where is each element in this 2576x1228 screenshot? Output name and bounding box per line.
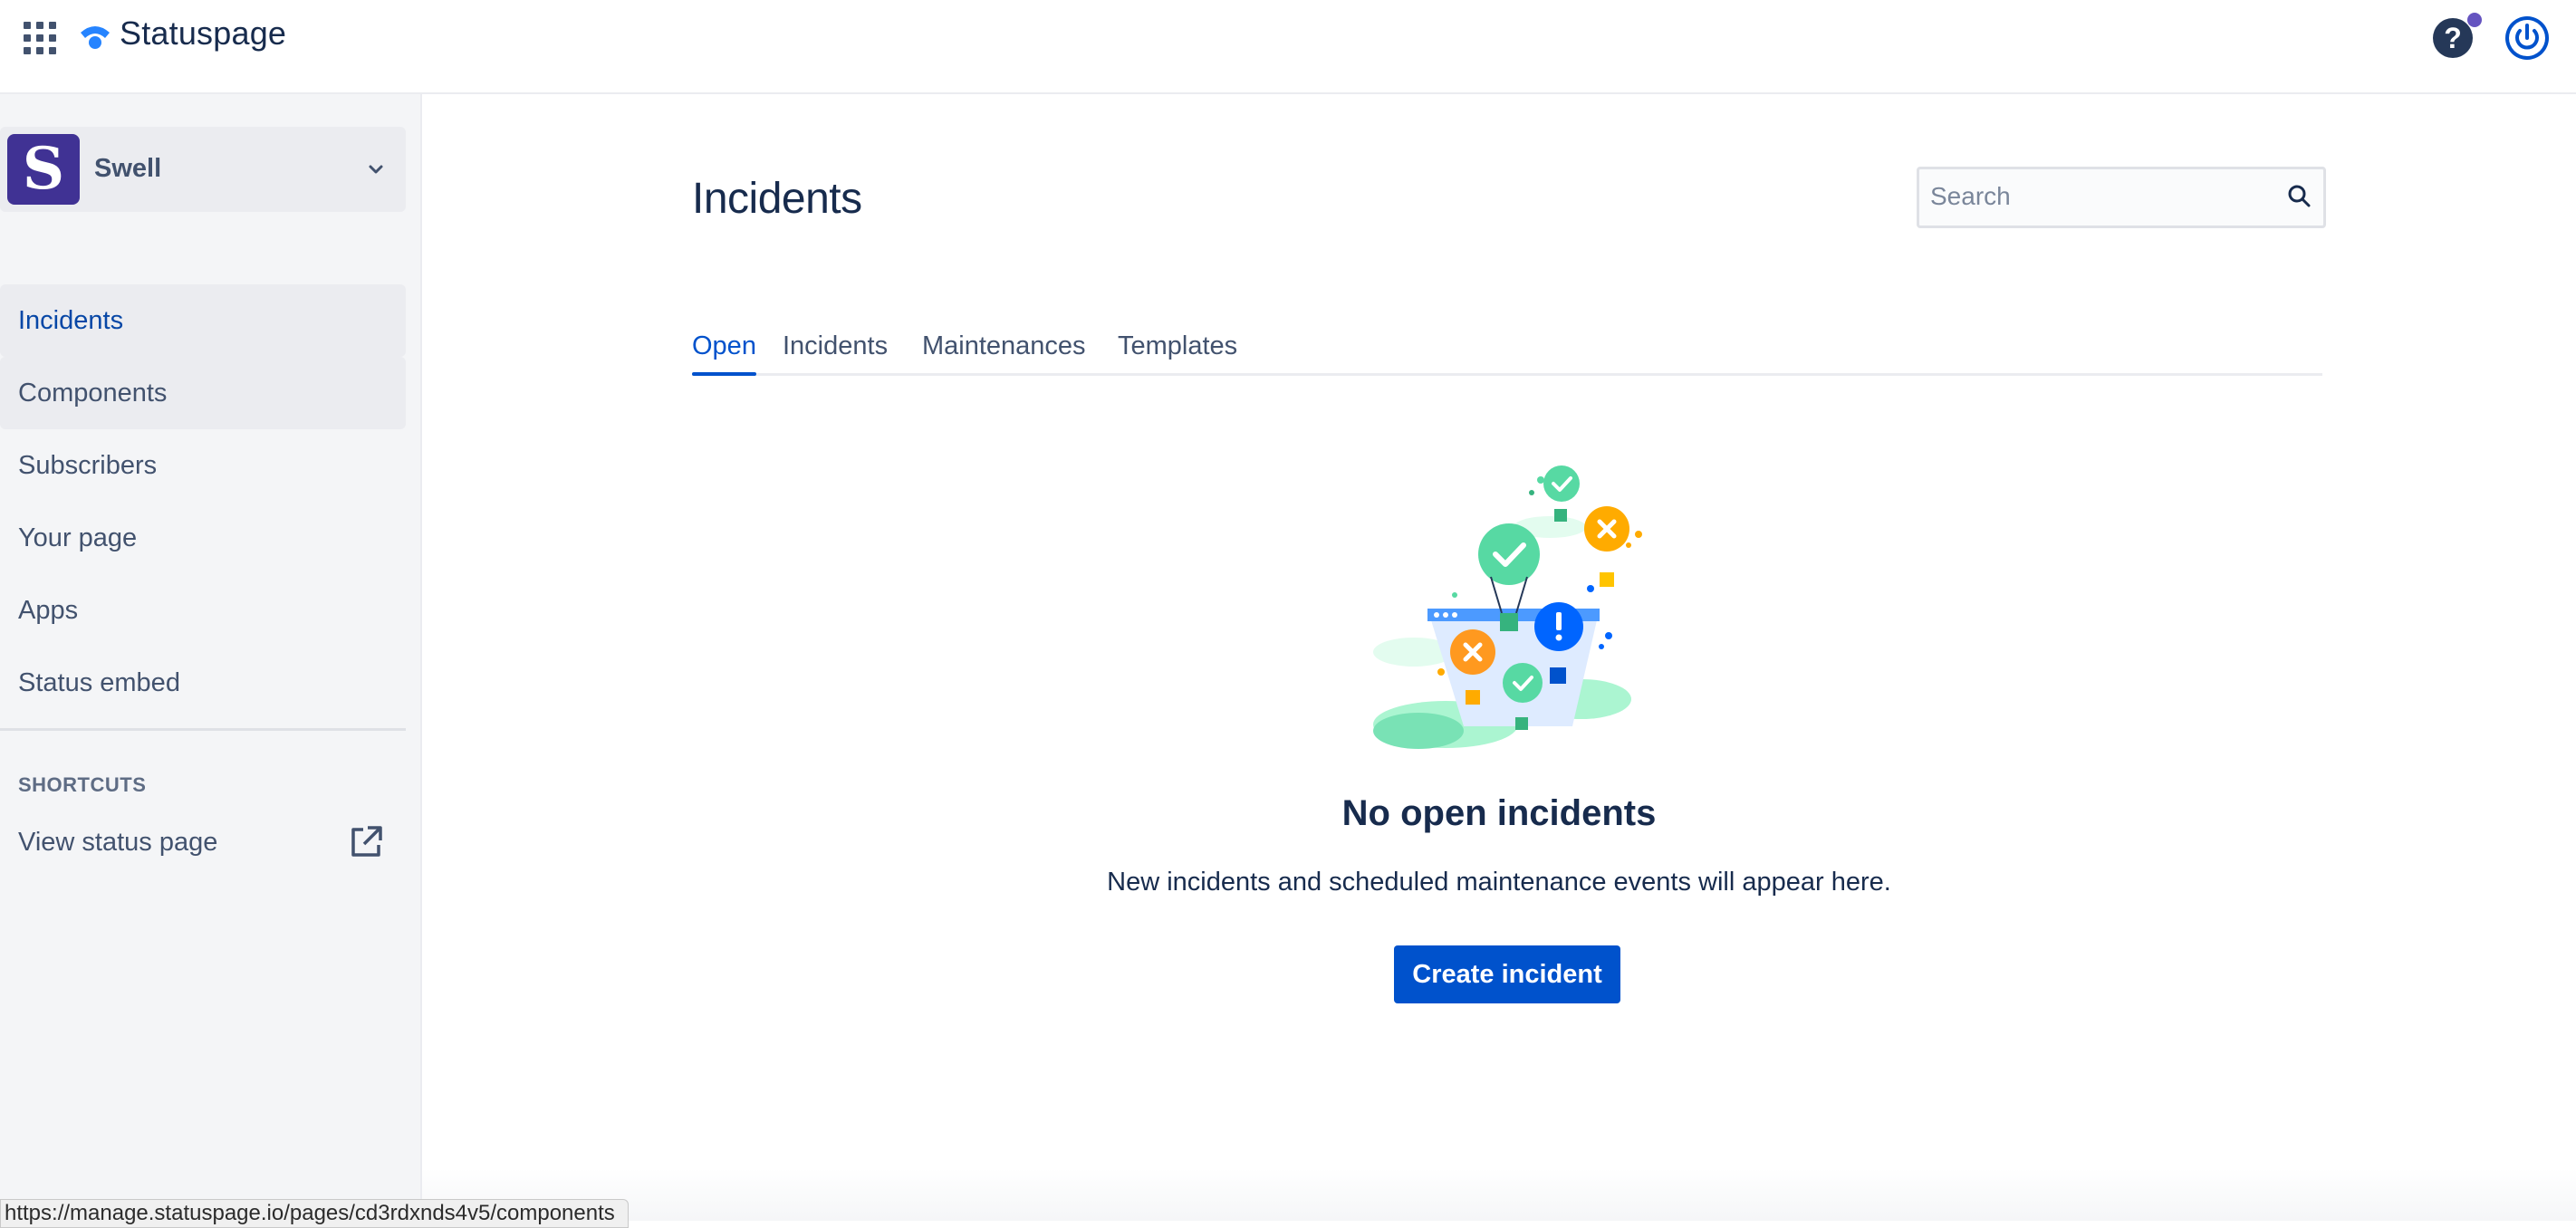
help-icon[interactable]: ? <box>2433 18 2473 58</box>
sidebar-item-subscribers[interactable]: Subscribers <box>0 429 406 502</box>
tab-open[interactable]: Open <box>692 331 756 376</box>
project-name: Swell <box>94 154 162 183</box>
app-switcher-icon[interactable] <box>24 22 56 54</box>
shortcut-label: View status page <box>18 828 218 857</box>
tab-maintenances[interactable]: Maintenances <box>922 331 1086 361</box>
sidebar-item-label: Your page <box>18 523 138 552</box>
sidebar: S Swell Incidents Components Subscribers… <box>0 94 422 1221</box>
app-logo-text[interactable]: Statuspage <box>120 14 286 53</box>
status-bar-url: https://manage.statuspage.io/pages/cd3rd… <box>0 1199 629 1228</box>
sidebar-item-incidents[interactable]: Incidents <box>0 284 406 357</box>
sidebar-item-label: Apps <box>18 596 79 625</box>
tab-label: Maintenances <box>922 331 1086 360</box>
search-icon[interactable] <box>2285 182 2314 211</box>
project-switcher[interactable]: S Swell <box>0 127 406 212</box>
shortcuts-heading: SHORTCUTS <box>18 773 147 796</box>
sidebar-item-your-page[interactable]: Your page <box>0 502 406 574</box>
tab-label: Open <box>692 331 756 360</box>
sidebar-divider <box>0 728 406 731</box>
chevron-down-icon <box>369 165 383 174</box>
create-incident-button[interactable]: Create incident <box>1394 945 1620 1003</box>
tab-label: Templates <box>1118 331 1238 360</box>
notification-dot <box>2467 13 2482 27</box>
top-bar: Statuspage ? <box>0 0 2576 94</box>
project-avatar: S <box>7 134 80 205</box>
power-icon[interactable] <box>2504 14 2551 62</box>
search-input[interactable] <box>1928 177 2267 216</box>
active-tab-indicator <box>692 372 756 376</box>
shortcut-view-status-page[interactable]: View status page <box>0 806 406 878</box>
sidebar-item-label: Subscribers <box>18 451 158 480</box>
tab-label: Incidents <box>783 331 889 360</box>
tab-bar: Open Incidents Maintenances Templates <box>692 326 2322 376</box>
sidebar-item-label: Components <box>18 379 168 408</box>
sidebar-item-apps[interactable]: Apps <box>0 574 406 647</box>
sidebar-item-label: Incidents <box>18 306 124 335</box>
bottom-shade <box>422 1168 2576 1221</box>
sidebar-item-label: Status embed <box>18 668 180 697</box>
sidebar-item-status-embed[interactable]: Status embed <box>0 647 406 719</box>
tab-incidents[interactable]: Incidents <box>783 331 888 361</box>
sidebar-item-components[interactable]: Components <box>0 357 406 429</box>
tab-templates[interactable]: Templates <box>1118 331 1237 361</box>
empty-state-title: No open incidents <box>1341 793 1657 833</box>
page-title: Incidents <box>692 175 862 223</box>
main-content: Incidents Open Incidents Maintenances Te… <box>422 94 2576 1221</box>
balloons-illustration <box>1373 465 1642 749</box>
empty-state-description: New incidents and scheduled maintenance … <box>1107 868 1891 897</box>
statuspage-logo-icon[interactable] <box>78 22 112 51</box>
search-box[interactable] <box>1917 167 2326 228</box>
external-link-icon <box>351 826 382 857</box>
